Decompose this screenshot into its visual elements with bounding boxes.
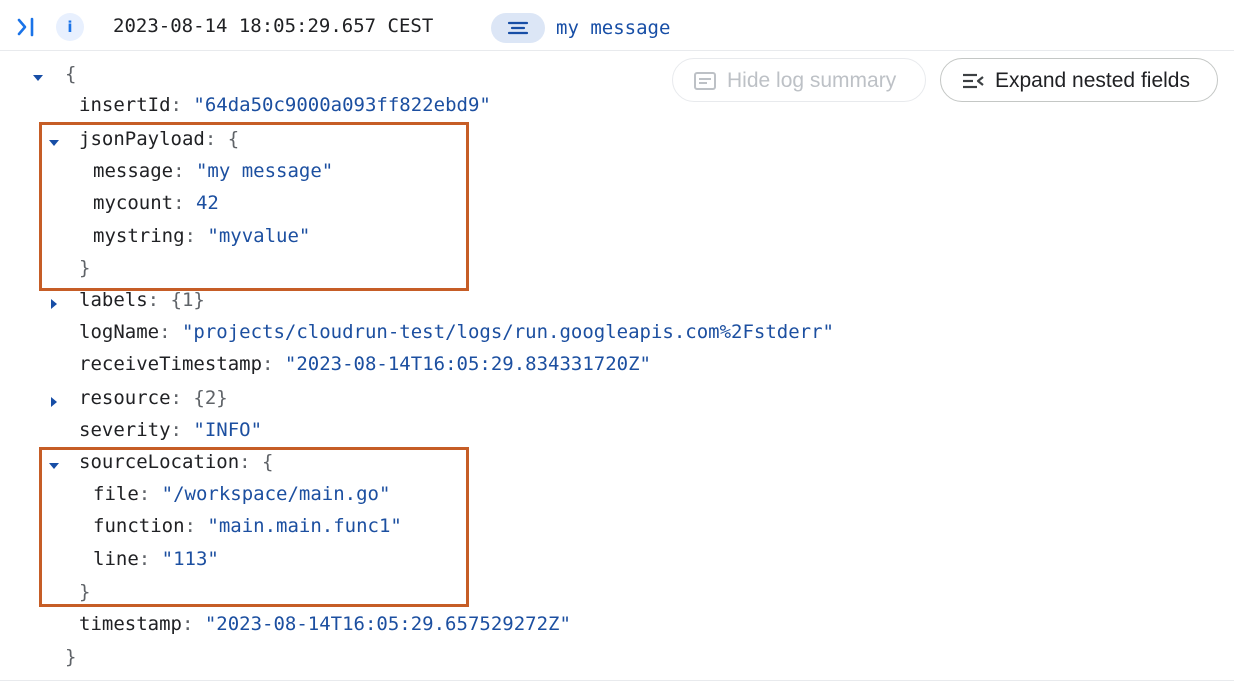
field-insert-id[interactable]: insertId: "64da50c9000a093ff822ebd9"	[79, 93, 491, 117]
expand-column-icon[interactable]	[14, 14, 40, 40]
field-key: severity	[79, 419, 171, 441]
caret-right-icon	[51, 299, 57, 309]
field-timestamp[interactable]: timestamp: "2023-08-14T16:05:29.65752927…	[79, 612, 571, 636]
expand-nested-icon	[961, 70, 985, 98]
field-log-name[interactable]: logName: "projects/cloudrun-test/logs/ru…	[79, 320, 834, 344]
root-close-brace: }	[65, 646, 77, 668]
sourcelocation-highlight-box	[39, 447, 469, 607]
caret-right-icon	[51, 397, 57, 407]
summary-chip[interactable]	[491, 13, 545, 43]
summary-lines-icon	[507, 21, 529, 35]
divider	[0, 680, 1234, 681]
field-value: "64da50c9000a093ff822ebd9"	[193, 94, 491, 116]
field-labels[interactable]: labels: {1}	[79, 288, 205, 312]
field-value: {2}	[193, 387, 228, 409]
field-key: timestamp	[79, 613, 182, 635]
field-key: insertId	[79, 94, 171, 116]
summary-card-icon	[693, 70, 717, 98]
caret-down-icon	[33, 75, 43, 81]
field-value: "INFO"	[193, 419, 263, 441]
labels-expand-toggle[interactable]	[47, 294, 61, 309]
expand-nested-fields-button[interactable]: Expand nested fields	[940, 58, 1218, 102]
jsonpayload-highlight-box	[39, 122, 469, 291]
resource-expand-toggle[interactable]	[47, 392, 61, 407]
field-value: "projects/cloudrun-test/logs/run.googlea…	[181, 321, 834, 343]
info-icon[interactable]: i	[56, 13, 84, 41]
field-value: "2023-08-14T16:05:29.657529272Z"	[204, 613, 571, 635]
field-receive-timestamp[interactable]: receiveTimestamp: "2023-08-14T16:05:29.8…	[79, 352, 651, 376]
field-severity[interactable]: severity: "INFO"	[79, 418, 262, 442]
field-key: resource	[79, 387, 171, 409]
root-collapse-toggle[interactable]	[31, 68, 45, 82]
field-value: "2023-08-14T16:05:29.834331720Z"	[284, 353, 651, 375]
field-key: receiveTimestamp	[79, 353, 263, 375]
field-key: logName	[79, 321, 160, 343]
log-summary-text: my message	[556, 17, 671, 39]
expand-nested-fields-label: Expand nested fields	[995, 69, 1190, 92]
hide-log-summary-label: Hide log summary	[727, 69, 897, 92]
log-timestamp: 2023-08-14 18:05:29.657 CEST	[113, 15, 434, 37]
field-key: labels	[79, 289, 148, 311]
root-open-brace: {	[65, 63, 77, 85]
field-resource[interactable]: resource: {2}	[79, 386, 228, 410]
log-entry-header[interactable]: i 2023-08-14 18:05:29.657 CEST my messag…	[0, 0, 1234, 51]
hide-log-summary-button[interactable]: Hide log summary	[672, 58, 926, 102]
field-value: {1}	[170, 289, 205, 311]
